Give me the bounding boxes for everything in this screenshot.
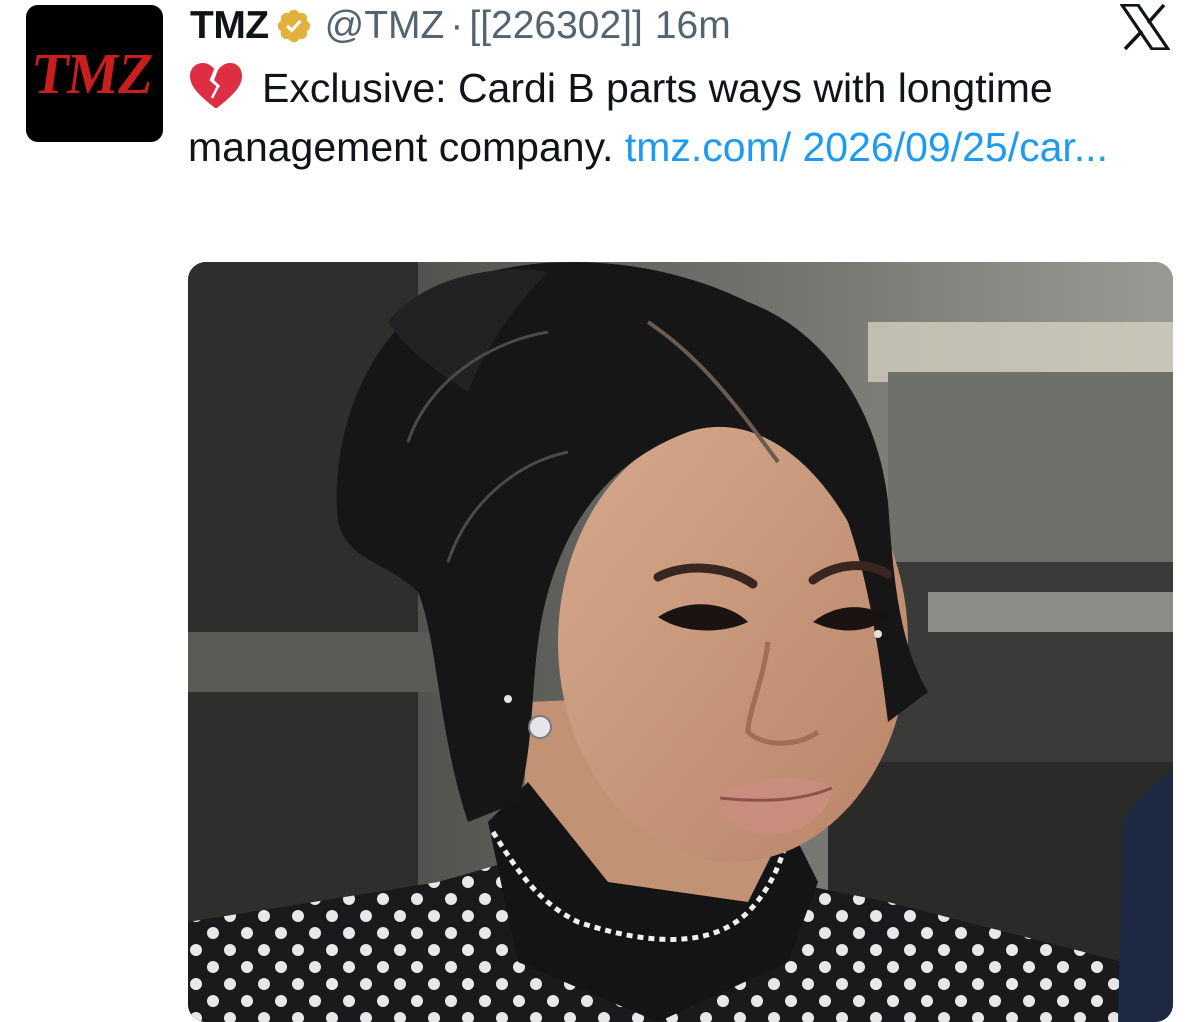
tweet-card[interactable]: TMZ TMZ @TMZ · [[226302]] 16m Exclusive:… bbox=[0, 0, 1200, 1022]
avatar[interactable]: TMZ bbox=[26, 5, 163, 142]
tweet-link[interactable]: tmz.com/ 2026/09/25/car... bbox=[625, 124, 1108, 170]
broken-heart-icon bbox=[190, 63, 242, 108]
tweet-header: TMZ @TMZ · [[226302]] 16m bbox=[190, 0, 731, 52]
verified-badge-icon[interactable] bbox=[275, 7, 313, 45]
separator-dot: · bbox=[450, 4, 464, 47]
tmz-logo-icon: TMZ bbox=[30, 41, 158, 103]
x-logo-icon[interactable] bbox=[1120, 4, 1170, 50]
display-name[interactable]: TMZ bbox=[190, 4, 269, 48]
photo-illustration bbox=[188, 262, 1173, 1022]
tweet-body: Exclusive: Cardi B parts ways with longt… bbox=[188, 59, 1178, 177]
avatar-logo-text: TMZ bbox=[30, 41, 158, 103]
handle[interactable]: @TMZ bbox=[325, 4, 445, 48]
post-id: [[226302]] bbox=[469, 4, 643, 47]
media-photo[interactable] bbox=[188, 262, 1173, 1022]
timestamp[interactable]: 16m bbox=[655, 4, 731, 48]
